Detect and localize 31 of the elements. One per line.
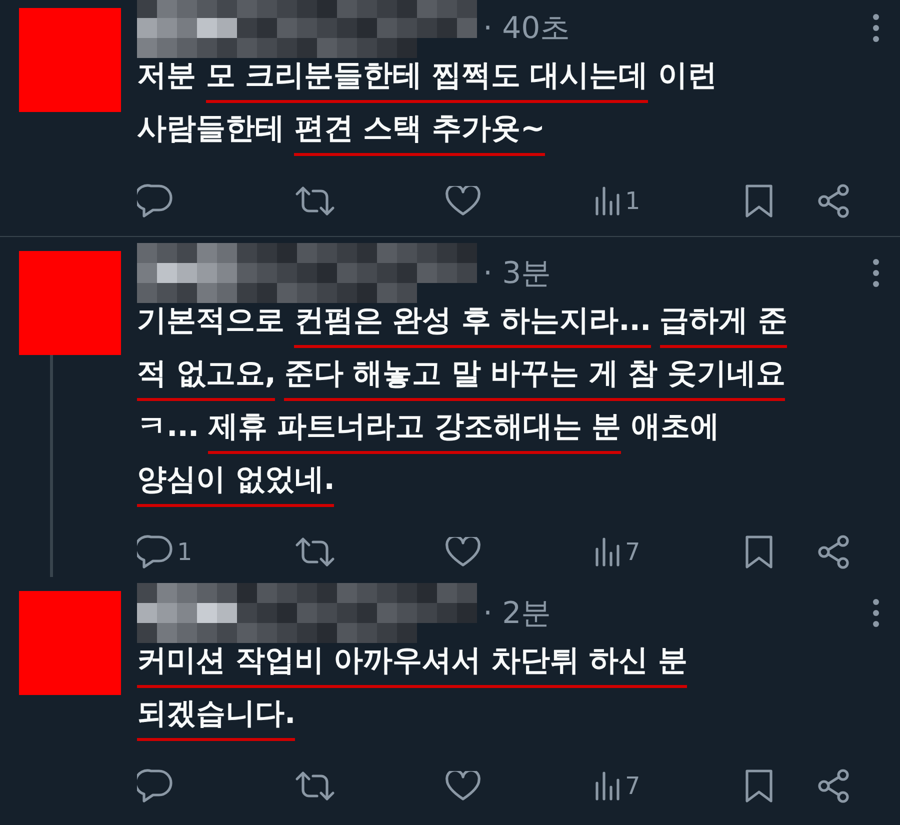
bookmark-icon[interactable] [745, 184, 773, 218]
tweet-text: 기본적으로 컨펌은 완성 후 하는지라... 급하게 준 적 없고요, 준다 해놓고 말 바꾸는 게 참 웃기네요 ㅋ... 제휴 파트너라고 강조해대는 분 애초에 양심이 없었네. [137, 301, 880, 513]
reply-icon[interactable] [137, 535, 173, 569]
more-icon[interactable] [872, 13, 880, 43]
tweet-text: 저분 모 크리분들한테 찝쩍도 대시는데 이런 사람들한테 편견 스택 추가욧~ [137, 56, 880, 162]
bookmark-icon[interactable] [745, 535, 773, 569]
reply-count: 1 [177, 537, 192, 568]
share-icon[interactable] [817, 769, 851, 803]
view-count: 7 [625, 771, 640, 802]
views-icon[interactable] [595, 771, 621, 801]
views-icon[interactable] [595, 537, 621, 567]
timestamp: · 3분 [483, 254, 552, 292]
retweet-icon[interactable] [295, 185, 335, 217]
share-icon[interactable] [817, 184, 851, 218]
retweet-icon[interactable] [295, 536, 335, 568]
more-icon[interactable] [872, 258, 880, 288]
bookmark-icon[interactable] [745, 769, 773, 803]
heart-icon[interactable] [445, 537, 481, 567]
heart-icon[interactable] [445, 771, 481, 801]
reply-icon[interactable] [137, 769, 173, 803]
timestamp: · 2분 [483, 594, 552, 632]
reply-icon[interactable] [137, 184, 173, 218]
views-icon[interactable] [595, 186, 621, 216]
tweet-text: 커미션 작업비 아까우셔서 차단튀 하신 분 되겠습니다. [137, 641, 880, 747]
view-count: 7 [625, 537, 640, 568]
retweet-icon[interactable] [295, 770, 335, 802]
heart-icon[interactable] [445, 186, 481, 216]
timestamp: · 40초 [483, 10, 570, 48]
share-icon[interactable] [817, 535, 851, 569]
view-count: 1 [625, 186, 640, 217]
more-icon[interactable] [872, 598, 880, 628]
